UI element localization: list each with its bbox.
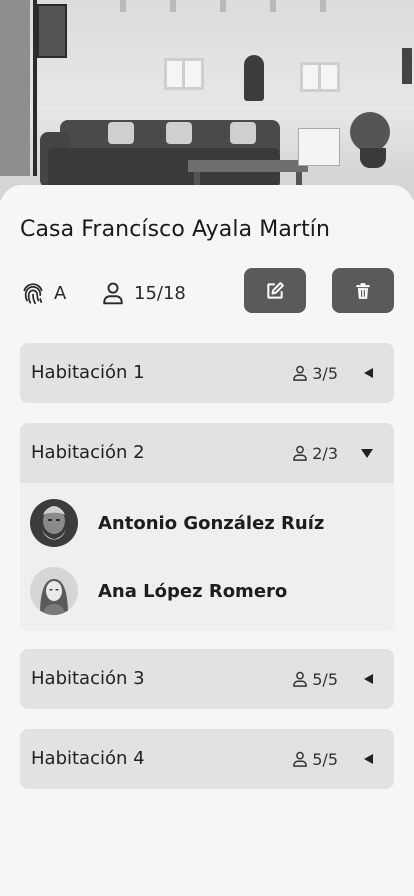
room-occupancy: 3/5 [291,343,338,403]
caret-left-icon [364,368,373,378]
person-icon [103,282,123,305]
edit-icon [267,281,284,299]
room-occupancy-value: 3/5 [312,363,338,383]
room-occupancy-value: 2/3 [312,443,338,463]
house-title: Casa Francísco Ayala Martín [20,217,331,242]
expand-caret[interactable] [362,649,374,709]
room-occupancy-value: 5/5 [312,669,338,689]
person-icon [293,671,307,687]
person-icon [293,365,307,381]
room-occupancy: 5/5 [291,729,338,789]
expand-caret[interactable] [362,729,374,789]
resident-name: Ana López Romero [98,580,288,602]
person-icon [293,751,307,767]
resident-name: Antonio González Ruíz [98,512,325,534]
caret-down-icon [361,449,373,458]
room-name: Habitación 1 [31,362,145,383]
room-name: Habitación 4 [31,748,145,769]
resident-list: Antonio González Ruíz Ana López Romero [20,483,394,631]
trash-icon [356,282,370,299]
fingerprint-icon [23,283,43,305]
room-occupancy: 5/5 [291,649,338,709]
occupancy-value: 15/18 [134,282,186,304]
room-card: Habitación 4 5/5 [20,729,394,789]
room-card: Habitación 1 3/5 [20,343,394,403]
room-occupancy: 2/3 [291,423,338,483]
house-photo [0,0,414,200]
room-name: Habitación 2 [31,442,145,463]
person-icon [293,445,307,461]
room-header[interactable]: Habitación 1 3/5 [20,343,394,403]
room-card: Habitación 3 5/5 [20,649,394,709]
avatar [30,499,78,547]
caret-left-icon [364,674,373,684]
delete-house-button[interactable] [332,268,394,313]
resident-item[interactable]: Antonio González Ruíz [20,489,394,557]
collapse-caret[interactable] [360,423,374,483]
resident-item[interactable]: Ana López Romero [20,557,394,625]
room-header[interactable]: Habitación 3 5/5 [20,649,394,709]
room-header[interactable]: Habitación 2 2/3 [20,423,394,483]
access-level-value: A [54,282,67,304]
room-occupancy-value: 5/5 [312,749,338,769]
room-name: Habitación 3 [31,668,145,689]
avatar [30,567,78,615]
caret-left-icon [364,754,373,764]
house-detail-sheet: Casa Francísco Ayala Martín A 15/18 Habi… [0,185,414,896]
expand-caret[interactable] [362,343,374,403]
room-card: Habitación 2 2/3 Antonio González Ruíz A… [20,423,394,631]
occupancy-stat: 15/18 [100,273,186,313]
access-level-stat: A [20,273,66,313]
room-header[interactable]: Habitación 4 5/5 [20,729,394,789]
edit-house-button[interactable] [244,268,306,313]
